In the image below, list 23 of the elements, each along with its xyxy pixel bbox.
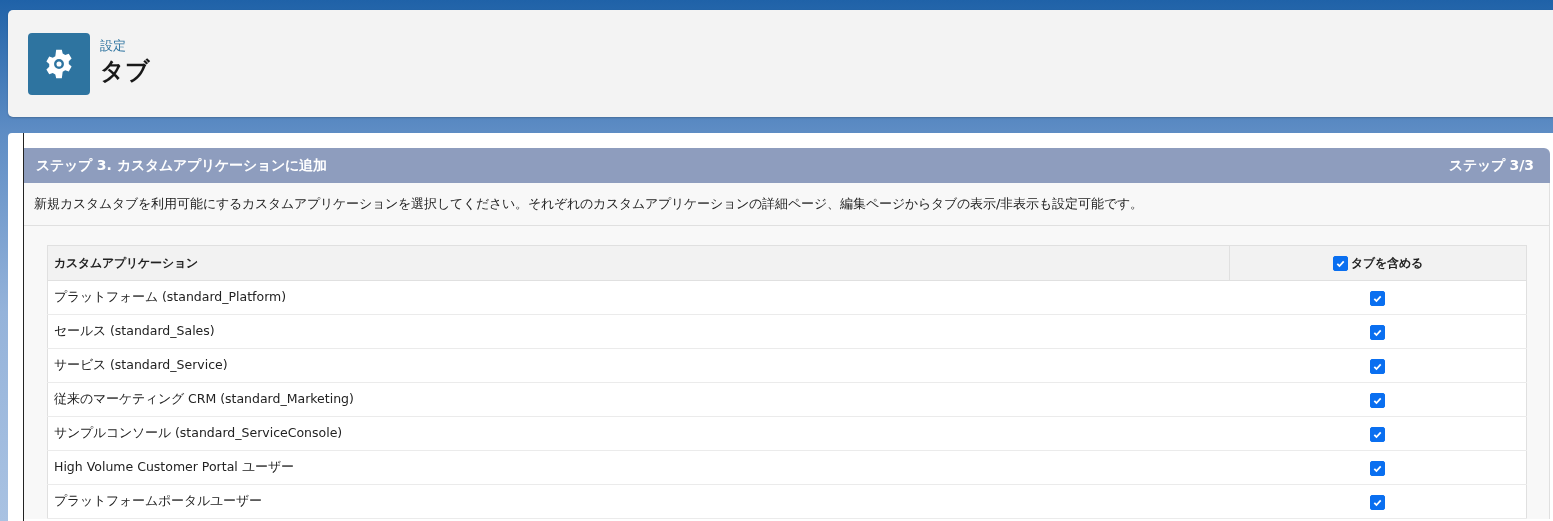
step-counter: ステップ 3/3	[1448, 156, 1534, 175]
select-all-checkbox[interactable]	[1333, 255, 1348, 271]
include-checkbox[interactable]	[1370, 392, 1386, 408]
breadcrumb: 設定	[100, 36, 127, 55]
table-cell: サンプルコンソール (standard_ServiceConsole)	[47, 416, 1230, 451]
table-cell: 従来のマーケティング CRM (standard_Marketing)	[47, 382, 1230, 417]
table-cell: サービス (standard_Service)	[47, 348, 1230, 383]
include-checkbox[interactable]	[1370, 290, 1386, 306]
include-checkbox[interactable]	[1370, 324, 1386, 340]
include-checkbox[interactable]	[1370, 426, 1386, 442]
column-header: タブを含める	[1229, 245, 1527, 281]
include-checkbox[interactable]	[1370, 460, 1386, 476]
settings-icon	[28, 32, 90, 95]
table-cell: High Volume Customer Portal ユーザー	[47, 450, 1230, 485]
table-cell: プラットフォームポータルユーザー	[47, 484, 1230, 519]
column-header: カスタムアプリケーション	[47, 245, 1230, 281]
page-title: タブ	[100, 55, 150, 87]
include-checkbox[interactable]	[1370, 494, 1386, 510]
step-title: ステップ 3. カスタムアプリケーションに追加	[36, 156, 327, 175]
table-cell: セールス (standard_Sales)	[47, 314, 1230, 349]
include-checkbox[interactable]	[1370, 358, 1386, 374]
table-cell: プラットフォーム (standard_Platform)	[47, 280, 1230, 315]
step-description: 新規カスタムタブを利用可能にするカスタムアプリケーションを選択してください。それぞれのカスタムアプリケーションの詳細ページ、編集ページからタブの表示/非表示も設定可能です。	[34, 196, 1144, 211]
